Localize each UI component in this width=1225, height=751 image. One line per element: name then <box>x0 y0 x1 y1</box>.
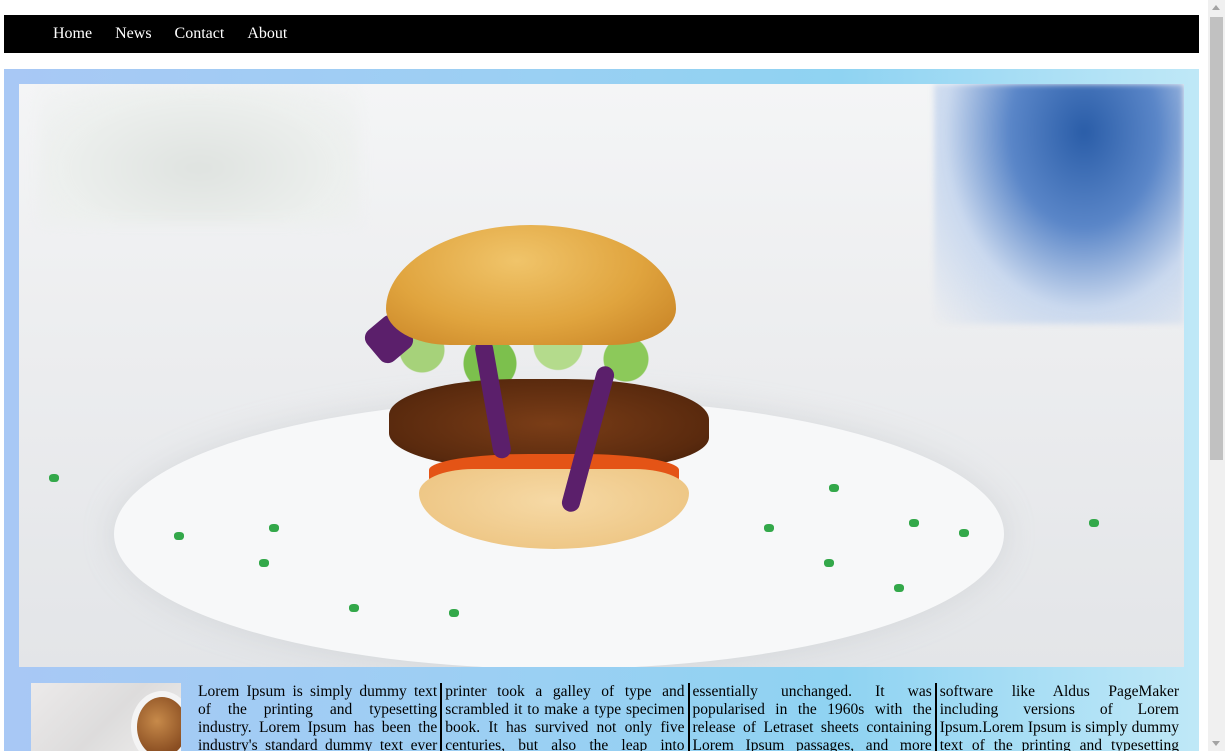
chive-piece <box>259 559 269 567</box>
nav-links: Home News Contact About <box>4 15 310 53</box>
nav-news-link[interactable]: News <box>115 15 151 53</box>
chive-piece <box>49 474 59 482</box>
chive-piece <box>959 529 969 537</box>
chive-piece <box>764 524 774 532</box>
article-section: Lorem Ipsum is simply dummy text of the … <box>19 683 1184 751</box>
nav-about-link[interactable]: About <box>247 15 287 53</box>
vertical-scrollbar[interactable] <box>1208 0 1225 751</box>
chive-piece <box>349 604 359 612</box>
nav-contact-link[interactable]: Contact <box>175 15 225 53</box>
burger <box>334 219 754 579</box>
chive-piece <box>829 484 839 492</box>
scrollbar-thumb[interactable] <box>1210 17 1223 460</box>
hero-image <box>19 84 1184 667</box>
chive-piece <box>824 559 834 567</box>
scroll-down-arrow-icon[interactable] <box>1212 741 1220 746</box>
bottom-bun <box>419 469 689 549</box>
food-thumbnail-image <box>31 683 181 751</box>
article-text: Lorem Ipsum is simply dummy text of the … <box>198 683 1179 751</box>
chive-piece <box>174 532 184 540</box>
blurred-glass <box>39 84 359 224</box>
chive-piece <box>894 584 904 592</box>
main-content: Lorem Ipsum is simply dummy text of the … <box>4 69 1199 751</box>
chive-piece <box>269 524 279 532</box>
blurred-blue-bowl <box>934 84 1184 324</box>
thumbnail-bowl <box>131 691 181 751</box>
nav-home-link[interactable]: Home <box>53 15 92 53</box>
chive-piece <box>449 609 459 617</box>
chive-piece <box>909 519 919 527</box>
scroll-up-arrow-icon[interactable] <box>1212 5 1220 10</box>
top-navbar: Home News Contact About <box>4 15 1199 53</box>
chive-piece <box>1089 519 1099 527</box>
top-bun <box>386 225 676 345</box>
